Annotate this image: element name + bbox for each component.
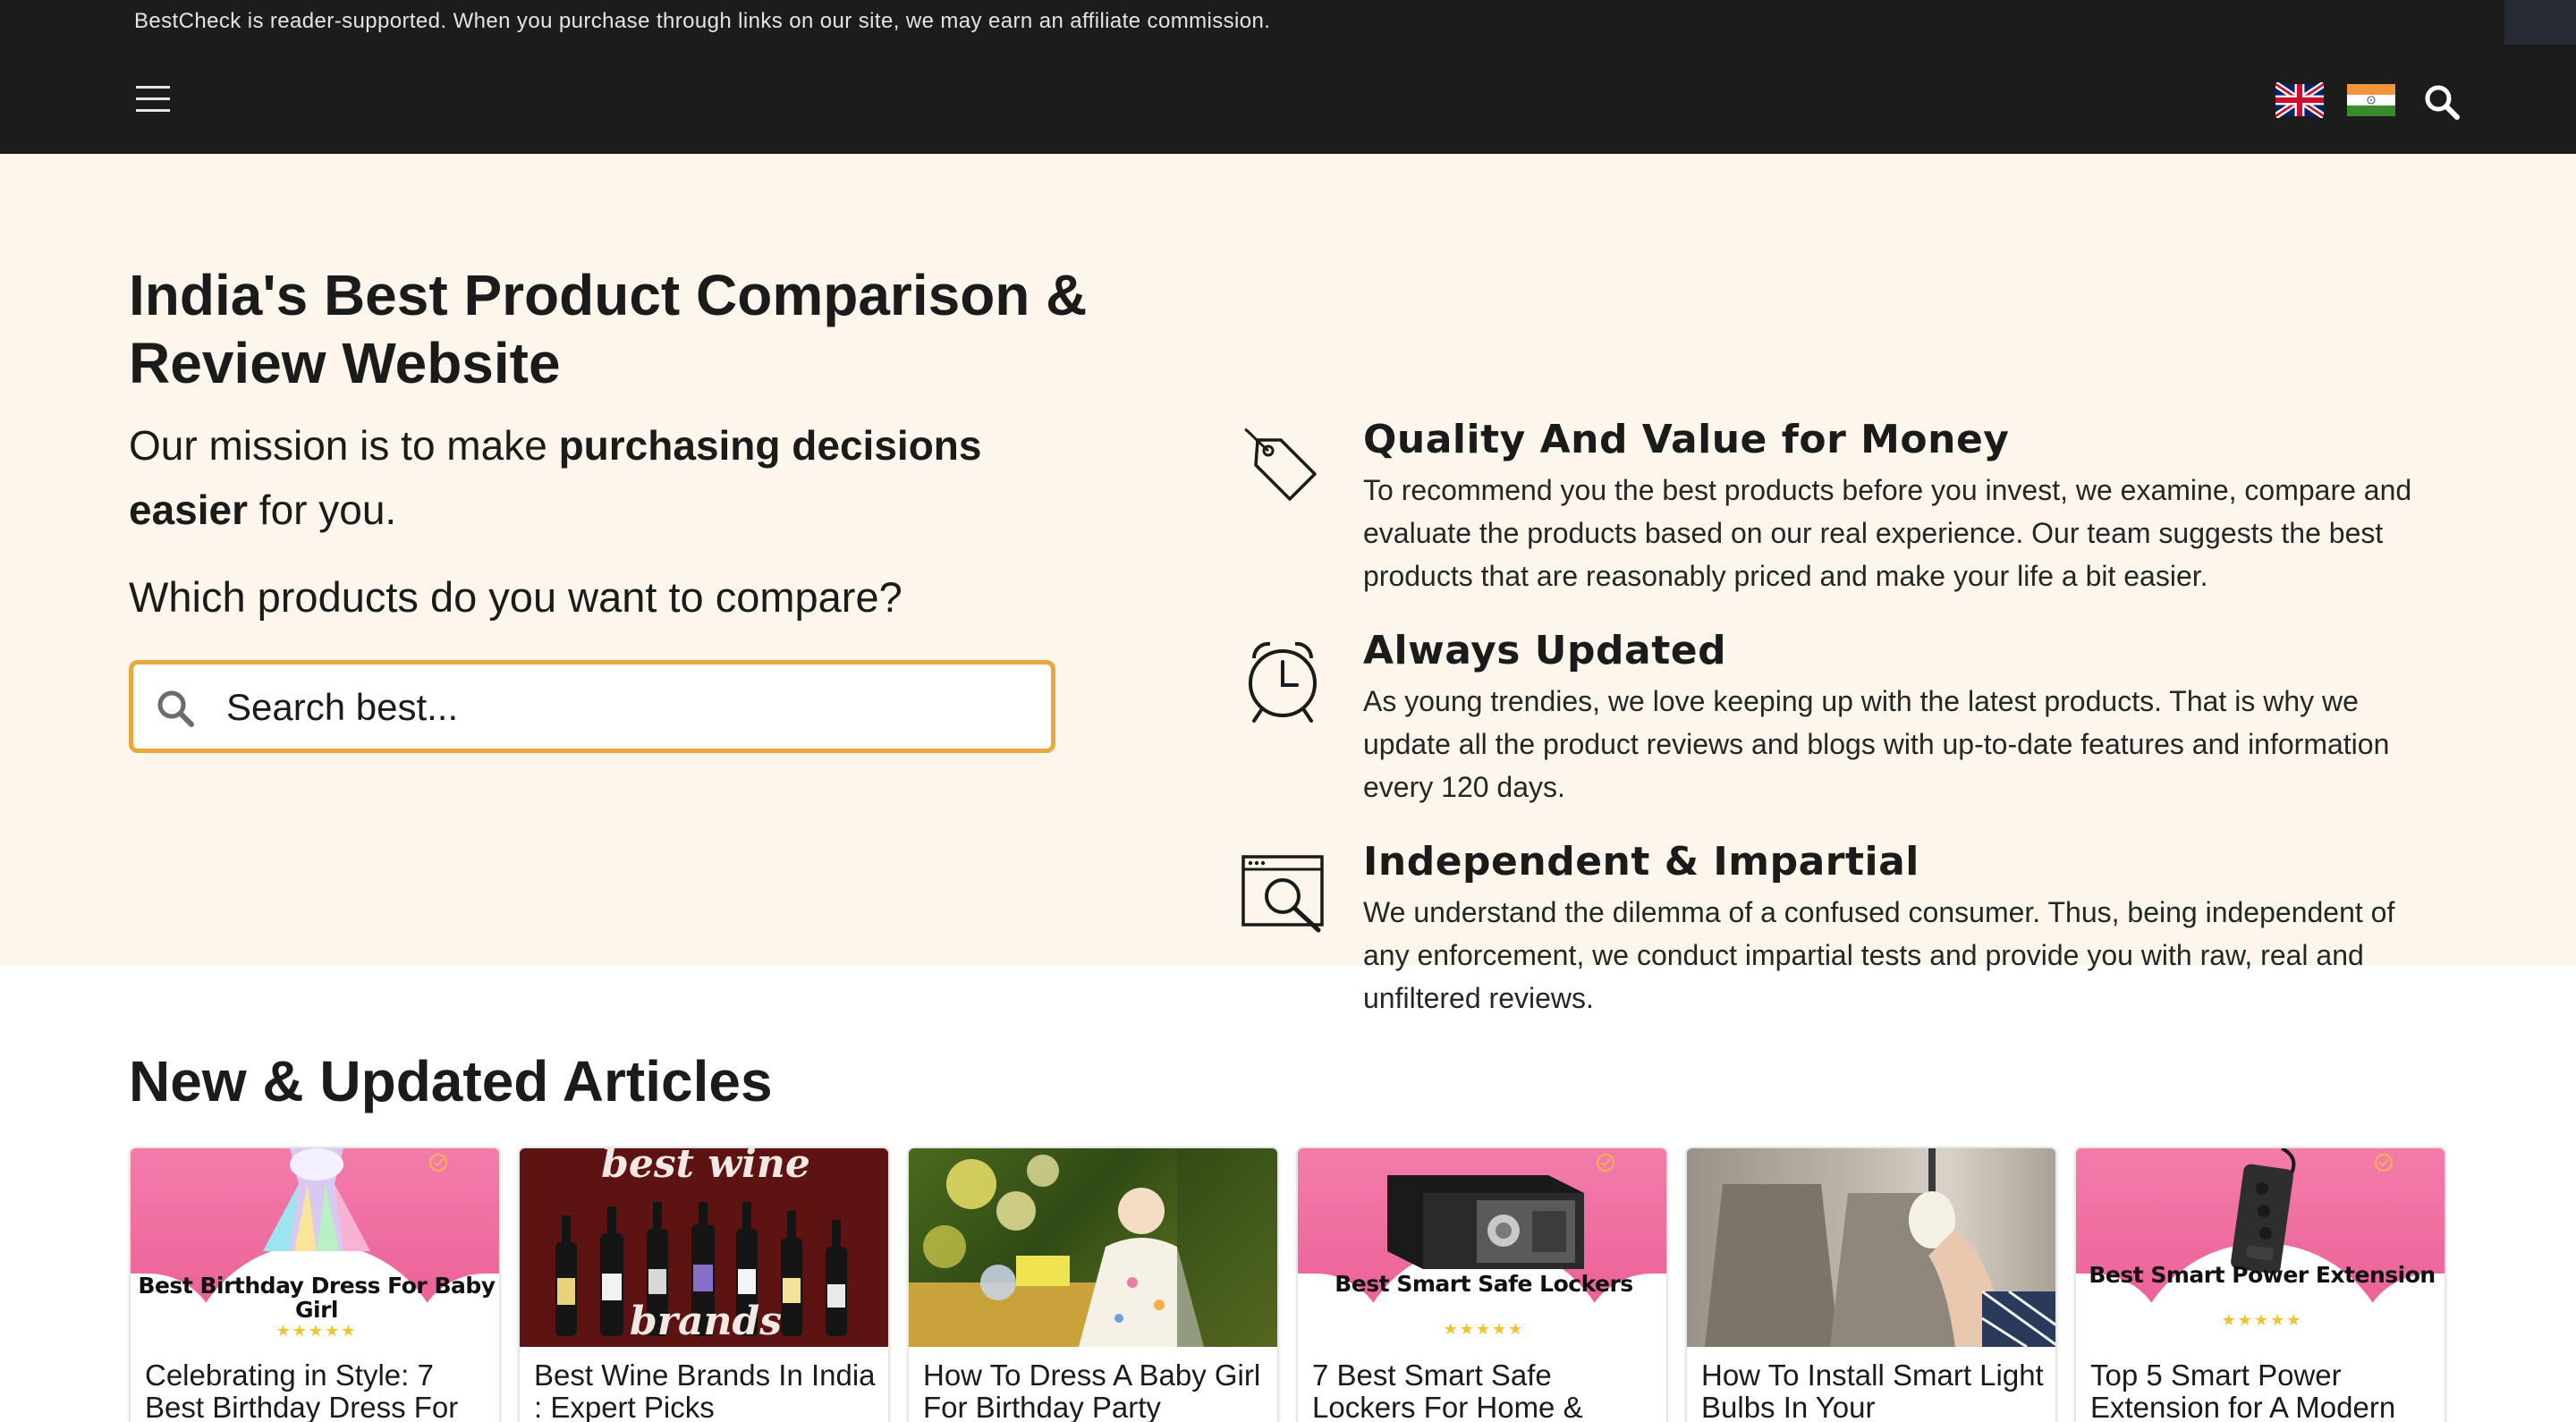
price-tag-icon (1244, 427, 1317, 501)
product-search-box[interactable] (129, 660, 1055, 753)
article-thumbnail (909, 1148, 1277, 1347)
power-extension-image-icon (2231, 1148, 2296, 1274)
feature-text: As young trendies, we love keeping up wi… (1363, 685, 2390, 803)
article-card[interactable]: How To Install Smart Light Bulbs In Your (1685, 1147, 2057, 1422)
search-icon[interactable] (2422, 82, 2462, 122)
thumbnail-caption: Best Birthday Dress For Baby Girl (138, 1273, 496, 1323)
search-input[interactable] (226, 681, 1013, 734)
affiliate-disclosure-text: BestCheck is reader-supported. When you … (134, 9, 1271, 33)
browser-search-icon (1241, 855, 1324, 933)
article-title: 7 Best Smart Safe Lockers For Home & (1312, 1359, 1583, 1422)
mission-statement: Our mission is to make purchasing decisi… (129, 413, 1077, 542)
article-thumbnail: Best Smart Power Extension ★★★★★ (2076, 1148, 2445, 1347)
compare-question: Which products do you want to compare? (129, 573, 902, 621)
feature-title: Independent & Impartial (1363, 839, 1919, 885)
article-thumbnail: Best Smart Safe Lockers ★★★★★ (1298, 1148, 1666, 1347)
dress-image-icon (263, 1148, 370, 1251)
rating-stars: ★★★★★ (1443, 1320, 1525, 1338)
mission-text-start: Our mission is to make (129, 422, 559, 469)
rating-stars: ★★★★★ (2221, 1311, 2303, 1329)
feature-text: We understand the dilemma of a confused … (1363, 896, 2395, 1014)
article-thumbnail: best wine brands (520, 1148, 888, 1347)
verified-badge-icon (1597, 1154, 1614, 1172)
article-card[interactable]: Best Smart Power Extension ★★★★★ Top 5 S… (2074, 1147, 2446, 1422)
article-title: How To Dress A Baby Girl For Birthday Pa… (923, 1359, 1261, 1422)
article-card[interactable]: Best Smart Safe Lockers ★★★★★ 7 Best Sma… (1296, 1147, 1668, 1422)
thumbnail-caption-top: best wine (601, 1148, 810, 1187)
article-title: Best Wine Brands In India : Expert Picks (534, 1359, 876, 1422)
search-icon (157, 690, 194, 727)
articles-list: Best Birthday Dress For Baby Girl ★★★★★ … (129, 1147, 2447, 1422)
uk-flag-icon[interactable] (2275, 82, 2324, 118)
thumbnail-caption: Best Smart Safe Lockers (1335, 1271, 1633, 1297)
alarm-clock-icon (1249, 641, 1317, 723)
rating-stars: ★★★★★ (275, 1322, 358, 1340)
birthday-party-photo-icon (909, 1148, 1277, 1347)
feature-title: Quality And Value for Money (1363, 417, 2010, 462)
verified-badge-icon (429, 1154, 447, 1172)
article-title: How To Install Smart Light Bulbs In Your (1701, 1359, 2044, 1422)
disclosure-edge (2504, 0, 2576, 45)
site-header (0, 45, 2576, 154)
article-thumbnail (1687, 1148, 2055, 1347)
article-card[interactable]: best wine brands Best Wine Brands In Ind… (518, 1147, 890, 1422)
safe-locker-image-icon (1387, 1175, 1584, 1269)
feature-title: Always Updated (1363, 628, 1727, 673)
affiliate-disclosure-bar: BestCheck is reader-supported. When you … (0, 0, 2576, 45)
mission-text-end: for you. (248, 487, 397, 533)
verified-badge-icon (2375, 1154, 2393, 1172)
menu-icon[interactable] (136, 86, 170, 114)
thumbnail-caption: Best Smart Power Extension (2089, 1262, 2436, 1288)
india-flag-icon[interactable] (2347, 82, 2395, 118)
page-title: India's Best Product Comparison & Review… (129, 263, 1088, 395)
article-card[interactable]: Best Birthday Dress For Baby Girl ★★★★★ … (129, 1147, 501, 1422)
hero-section: India's Best Product Comparison & Review… (0, 154, 2576, 1014)
articles-heading: New & Updated Articles (129, 1049, 773, 1113)
thumbnail-caption-bottom: brands (630, 1299, 782, 1344)
feature-text: To recommend you the best products befor… (1363, 474, 2412, 592)
article-thumbnail: Best Birthday Dress For Baby Girl ★★★★★ (131, 1148, 499, 1347)
article-title: Top 5 Smart Power Extension for A Modern (2090, 1359, 2396, 1422)
article-title: Celebrating in Style: 7 Best Birthday Dr… (145, 1359, 459, 1422)
light-bulb-photo-icon (1705, 1148, 2055, 1347)
article-card[interactable]: How To Dress A Baby Girl For Birthday Pa… (907, 1147, 1279, 1422)
